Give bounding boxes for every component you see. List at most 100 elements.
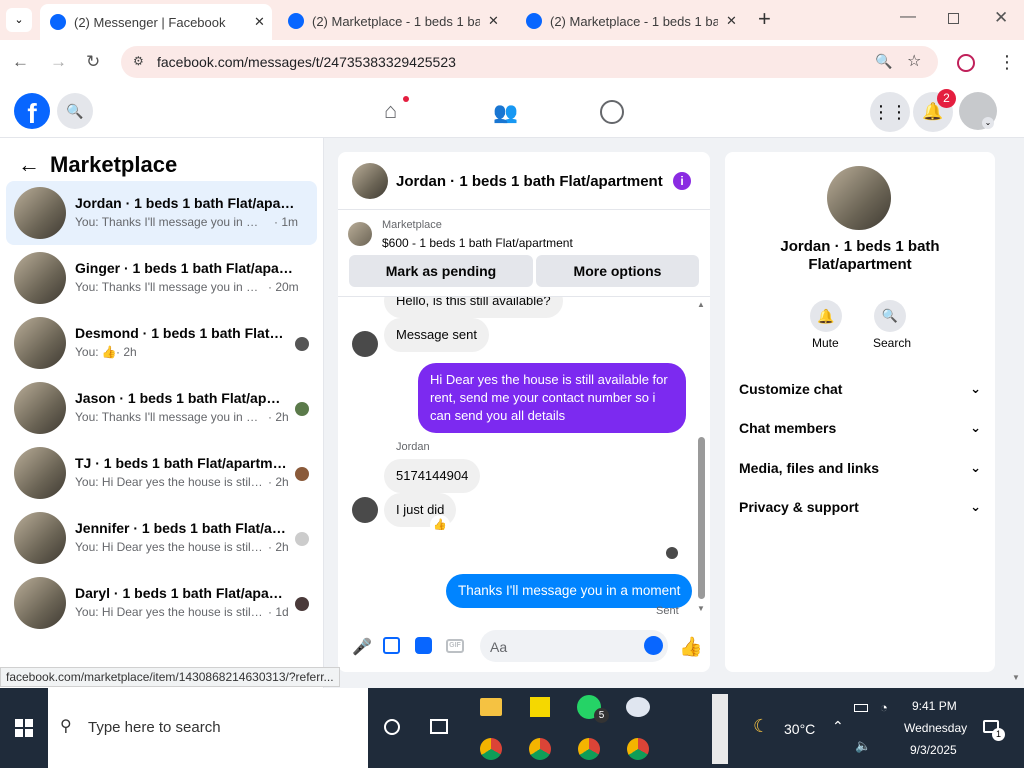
file-explorer-icon[interactable] [480,698,502,716]
facebook-logo-icon[interactable]: f [14,93,50,129]
task-view-icon[interactable] [430,719,448,734]
message-in: 5174144904 [384,459,481,493]
groups-icon[interactable] [600,100,624,124]
clock-date[interactable]: 9/3/2025 [910,743,957,757]
clock-day[interactable]: Wednesday [904,721,967,735]
tab-search-icon[interactable]: ⌄ [6,8,32,32]
close-tab-icon[interactable]: ✕ [488,13,499,29]
read-receipt-avatar [666,547,678,559]
chat-avatar[interactable] [352,163,388,199]
chrome-icon[interactable] [578,738,600,760]
chrome-icon[interactable] [627,738,649,760]
close-tab-icon[interactable]: ✕ [254,14,265,30]
status-url-bubble: facebook.com/marketplace/item/1430868214… [0,667,340,687]
weather-temp[interactable]: 30°C [784,721,815,737]
profile-icon[interactable] [957,54,975,72]
chrome-icon[interactable] [480,738,502,760]
chrome-icon[interactable] [529,738,551,760]
battery-icon[interactable] [854,704,868,712]
photo-icon[interactable] [383,637,400,654]
media-files-section[interactable]: Media, files and links ⌄ [739,460,981,476]
tab-marketplace-1[interactable]: (2) Marketplace - 1 beds 1 bath ✕ [278,6,510,36]
taskbar-search-box[interactable]: ⚲ Type here to search [48,688,368,768]
conversation-row[interactable]: TJ · 1 beds 1 bath Flat/apartment You: H… [6,441,317,505]
taskbar-scrollbar[interactable] [712,694,728,764]
clock-time[interactable]: 9:41 PM [912,699,957,713]
new-tab-button[interactable]: + [758,6,771,32]
restore-button[interactable] [948,13,959,24]
emoji-icon[interactable] [644,636,663,655]
privacy-support-section[interactable]: Privacy & support ⌄ [739,499,981,515]
more-options-button[interactable]: More options [536,255,699,287]
close-window-button[interactable]: ✕ [994,8,1008,28]
wifi-icon[interactable]: ◔ [880,700,888,715]
close-tab-icon[interactable]: ✕ [726,13,737,29]
message-input[interactable]: Aa [480,630,668,662]
site-info-icon[interactable]: ⚙ [133,54,144,68]
like-icon[interactable]: 👍 [679,635,703,659]
search-icon[interactable]: 🔍 [874,300,906,332]
panel-title: Marketplace [50,152,178,177]
details-avatar[interactable] [827,166,891,230]
tab-marketplace-2[interactable]: (2) Marketplace - 1 beds 1 bath ✕ [516,6,748,36]
cortana-icon[interactable] [384,719,400,735]
listing-avatar [14,382,66,434]
facebook-icon [288,13,304,29]
bookmark-star-icon[interactable]: ☆ [907,51,921,71]
zoom-icon[interactable]: 🔍 [875,53,892,70]
whatsapp-badge: 5 [594,708,609,723]
reload-icon[interactable]: ↻ [86,52,100,72]
chat-members-section[interactable]: Chat members ⌄ [739,420,981,436]
gif-icon[interactable]: GIF [446,639,464,653]
chat-title[interactable]: Jordan · 1 beds 1 bath Flat/apartment [396,173,663,190]
windows-start-icon[interactable] [15,719,33,737]
address-bar[interactable]: ⚙ facebook.com/messages/t/24735383329425… [121,46,938,78]
conversation-row[interactable]: Jason · 1 beds 1 bath Flat/apart... You:… [6,376,317,440]
search-icon[interactable]: 🔍 [57,93,93,129]
listing-avatar [14,447,66,499]
info-icon[interactable]: i [673,172,691,190]
scrollbar-thumb[interactable] [698,437,705,599]
back-arrow-icon[interactable]: ← [18,152,40,178]
minimize-button[interactable]: — [900,8,916,26]
conversation-row[interactable]: Daryl · 1 beds 1 bath Flat/apart... You:… [6,571,317,635]
back-icon[interactable]: ← [12,52,29,72]
sender-avatar [352,331,378,357]
listing-avatar [14,187,66,239]
chat-header: Jordan · 1 beds 1 bath Flat/apartment i [338,152,710,210]
conversation-row[interactable]: Ginger · 1 beds 1 bath Flat/apartm... Yo… [6,246,317,310]
forward-icon[interactable]: → [50,52,67,72]
mute-bell-icon[interactable]: 🔔 [810,300,842,332]
listing-thumbnail[interactable] [348,222,372,246]
sticky-notes-icon[interactable] [530,697,550,717]
customize-chat-section[interactable]: Customize chat ⌄ [739,381,981,397]
conversation-row[interactable]: Desmond · 1 beds 1 bath Flat/ap... You: … [6,311,317,375]
tab-messenger[interactable]: (2) Messenger | Facebook ✕ [40,4,272,40]
menu-grid-icon[interactable]: ⋮⋮ [870,92,910,132]
volume-icon[interactable]: 🔈 [855,738,871,754]
microphone-icon[interactable]: 🎤 [352,637,372,657]
tray-chevron-up-icon[interactable]: ⌃ [832,718,844,735]
weather-moon-icon[interactable]: ☾ [753,716,769,737]
page-scroll-down-icon[interactable]: ▼ [1012,673,1020,682]
mark-pending-button[interactable]: Mark as pending [349,255,533,287]
conversation-row[interactable]: Jennifer · 1 beds 1 bath Flat/apar... Yo… [6,506,317,570]
message-in: Hello, is this still available? [384,297,563,318]
friends-icon[interactable]: 👥 [493,100,518,125]
home-icon[interactable]: ⌂ [384,98,397,124]
conversation-row[interactable]: Jordan · 1 beds 1 bath Flat/apartm... Yo… [6,181,317,245]
chevron-down-icon: ⌄ [970,420,981,435]
message-in: Message sent [384,318,489,352]
browser-menu-icon[interactable]: ⋮ [998,52,1016,73]
home-dot [403,96,409,102]
composer-placeholder: Aa [490,639,508,655]
sent-status: Sent [656,605,679,617]
scroll-down-icon[interactable]: ▼ [697,604,705,613]
sticker-icon[interactable] [415,637,432,654]
listing-avatar [14,577,66,629]
listing-source: Marketplace [382,219,442,231]
snipping-tool-icon[interactable] [626,697,650,717]
scroll-up-icon[interactable]: ▲ [697,300,705,309]
chevron-down-icon[interactable]: ⌄ [982,117,994,129]
listing-title[interactable]: $600 - 1 beds 1 bath Flat/apartment [382,236,573,250]
